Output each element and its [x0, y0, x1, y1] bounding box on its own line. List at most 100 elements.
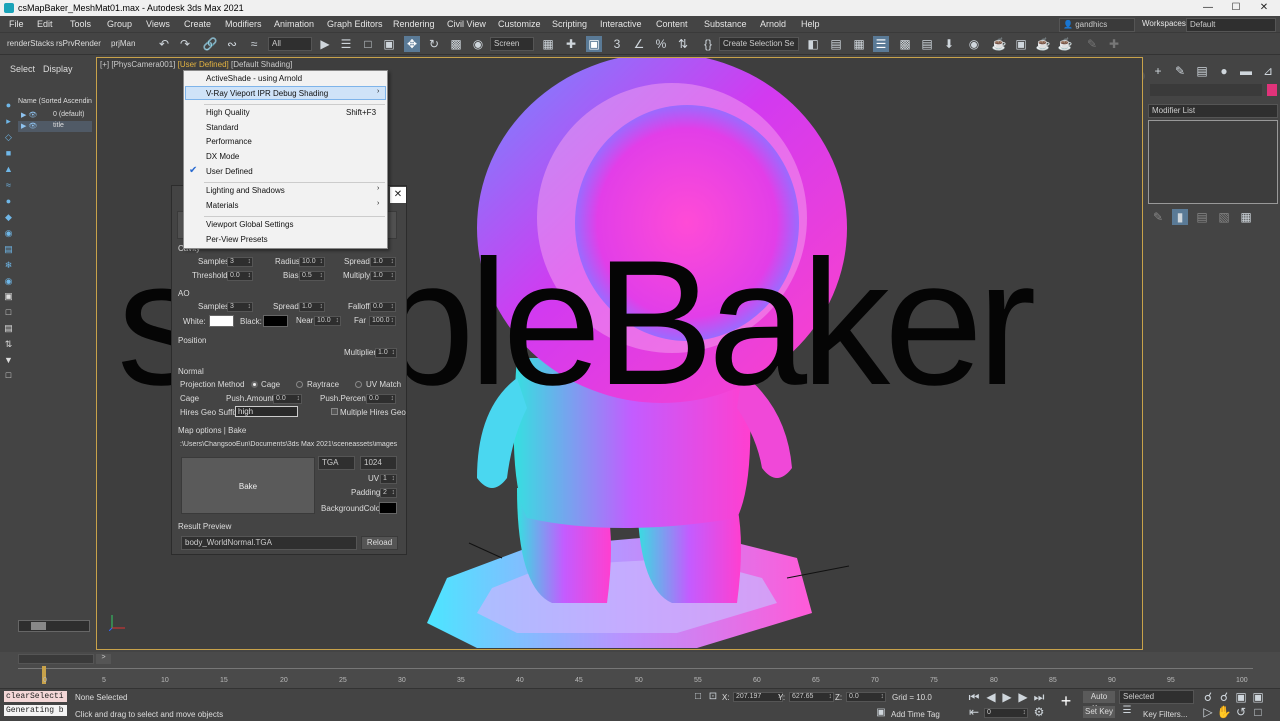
pin-stack-icon[interactable]: ✎	[1150, 209, 1166, 225]
scene-item-default-layer[interactable]: 0 (default)	[53, 111, 85, 118]
menu-modifiers[interactable]: Modifiers	[225, 19, 262, 29]
material-editor-icon[interactable]: ◉	[966, 36, 982, 52]
menu-help[interactable]: Help	[801, 19, 820, 29]
orbit-icon[interactable]: ↺	[1233, 704, 1249, 720]
field-of-view-icon[interactable]: ▷	[1200, 704, 1216, 720]
viewport-mode-label[interactable]: [User Defined]	[178, 60, 229, 69]
menu-item-lighting-shadows[interactable]: Lighting and Shadows	[206, 186, 285, 195]
cavity-multiply-field[interactable]: 1.0	[370, 271, 396, 281]
uv-field[interactable]: 1	[380, 474, 397, 484]
ao-falloff-field[interactable]: 0.0	[370, 302, 396, 312]
zoom-extents-all-icon[interactable]: ▣	[1250, 689, 1266, 705]
place-icon[interactable]: ◉	[470, 36, 486, 52]
filter-hidden-icon[interactable]: ◉	[3, 276, 14, 286]
menu-graph-editors[interactable]: Graph Editors	[327, 19, 383, 29]
window-crossing-icon[interactable]: ▣	[381, 36, 397, 52]
scene-explorer-scrollbar[interactable]	[18, 620, 90, 632]
schematic-view-icon[interactable]: ⬇	[941, 36, 957, 52]
snaps-toggle-icon[interactable]: 3	[609, 36, 625, 52]
reference-coordinate-dropdown[interactable]: Screen	[490, 37, 534, 51]
cavity-bias-field[interactable]: 0.5	[299, 271, 325, 281]
workspace-dropdown[interactable]: Default	[1186, 18, 1276, 32]
modifier-stack[interactable]	[1148, 120, 1278, 204]
push-amount-field[interactable]: 0.0	[273, 394, 302, 404]
find-icon[interactable]: □	[3, 370, 14, 380]
render-setup-icon[interactable]: ☕	[991, 36, 1007, 52]
object-name-field[interactable]	[1150, 84, 1262, 96]
modifier-list-dropdown[interactable]: Modifier List	[1148, 104, 1278, 118]
cavity-samples-field[interactable]: 3	[227, 257, 253, 267]
make-unique-icon[interactable]: ▤	[1194, 209, 1210, 225]
ao-samples-field[interactable]: 3	[227, 302, 253, 312]
absolute-mode-icon[interactable]: ⊡	[705, 689, 721, 705]
menu-item-user-defined[interactable]: User Defined	[206, 167, 253, 176]
toggle-layer-explorer-icon[interactable]: ☰	[873, 36, 889, 52]
maximize-button[interactable]: ☐	[1222, 0, 1250, 16]
menu-item-high-quality[interactable]: High Quality	[206, 108, 250, 117]
percent-snap-icon[interactable]: %	[653, 36, 669, 52]
physx-icon[interactable]: ✎	[1084, 36, 1100, 52]
user-account-dropdown[interactable]: 👤 gandhics	[1059, 18, 1135, 32]
link-icon[interactable]: 🔗	[202, 36, 218, 52]
ao-far-field[interactable]: 100.0	[369, 316, 396, 326]
menu-tools[interactable]: Tools	[70, 19, 91, 29]
auto-key-button[interactable]: Auto Key	[1083, 691, 1115, 713]
ao-white-swatch[interactable]	[209, 315, 234, 327]
render-production-icon[interactable]: ☕	[1035, 36, 1051, 52]
scale-icon[interactable]: ▩	[448, 36, 464, 52]
display-all-icon[interactable]: ▣	[3, 291, 14, 301]
lock-selection-icon[interactable]: □	[690, 689, 706, 705]
toggle-ribbon-icon[interactable]: ▩	[897, 36, 913, 52]
layer-icon[interactable]: ▶ 👁	[21, 122, 37, 130]
spinner-snap-icon[interactable]: ⇅	[675, 36, 691, 52]
menu-item-standard[interactable]: Standard	[206, 123, 238, 132]
selection-filter-dropdown[interactable]: All	[268, 37, 312, 51]
menu-item-materials[interactable]: Materials	[206, 201, 238, 210]
proj-uvmatch-radio[interactable]	[355, 381, 362, 388]
add-time-tag-button[interactable]: Add Time Tag	[891, 710, 940, 719]
lock-tool-icon[interactable]: ✚	[1106, 36, 1122, 52]
ao-black-swatch[interactable]	[263, 315, 288, 327]
configure-modifier-sets-icon[interactable]: ▦	[1238, 209, 1254, 225]
output-path-field[interactable]: :\Users\ChangsooEun\Documents\3ds Max 20…	[180, 441, 404, 448]
push-percent-field[interactable]: 0.0	[366, 394, 396, 404]
set-key-plus-icon[interactable]: +	[1058, 692, 1074, 710]
select-by-name-icon[interactable]: ☰	[338, 36, 354, 52]
pivot-center-icon[interactable]: ▦	[540, 36, 556, 52]
maxscript-listener-top[interactable]: clearSelecti	[4, 691, 67, 702]
filter-spacewarps-icon[interactable]: ≈	[3, 180, 14, 190]
zoom-extents-icon[interactable]: ▣	[1233, 689, 1249, 705]
filter-bones-icon[interactable]: ◉	[3, 228, 14, 238]
x-coordinate-field[interactable]: 207.197	[733, 692, 783, 702]
keyboard-shortcut-toggle-icon[interactable]: ▣	[586, 36, 602, 52]
time-slider[interactable]	[18, 654, 94, 664]
cavity-spread-field[interactable]: 1.0	[370, 257, 396, 267]
scene-item-title[interactable]: title	[53, 122, 64, 129]
named-selection-set-dropdown[interactable]: Create Selection Se	[719, 37, 799, 51]
cavity-threshold-field[interactable]: 0.0	[227, 271, 253, 281]
move-icon[interactable]: ✥	[404, 36, 420, 52]
pan-icon[interactable]: ✋	[1216, 704, 1232, 720]
filter-geometry-icon[interactable]: ●	[3, 100, 14, 110]
menu-views[interactable]: Views	[146, 19, 170, 29]
time-tag-icon[interactable]: ▣	[873, 705, 889, 721]
bind-spacewarp-icon[interactable]: ≈	[246, 36, 262, 52]
key-filter-icon[interactable]: ☰	[1119, 703, 1135, 719]
menu-interactive[interactable]: Interactive	[600, 19, 642, 29]
bake-button[interactable]: Bake	[181, 457, 315, 514]
menu-item-performance[interactable]: Performance	[206, 137, 252, 146]
menu-create[interactable]: Create	[184, 19, 211, 29]
modify-tab-icon[interactable]: ✎	[1172, 63, 1188, 79]
redo-icon[interactable]: ↷	[177, 36, 193, 52]
mirror-icon[interactable]: ◧	[805, 36, 821, 52]
filter-helpers-icon[interactable]: ▲	[3, 164, 14, 174]
display-none-icon[interactable]: □	[3, 307, 14, 317]
show-end-result-icon[interactable]: ▮	[1172, 209, 1188, 225]
menu-item-viewport-global-settings[interactable]: Viewport Global Settings	[206, 220, 293, 229]
filter-containers-icon[interactable]: ▤	[3, 244, 14, 254]
hires-suffix-input[interactable]: high	[235, 406, 298, 417]
size-dropdown[interactable]: 1024	[360, 456, 397, 470]
utilities-tab-icon[interactable]: ⊿	[1260, 63, 1276, 79]
menu-arnold[interactable]: Arnold	[760, 19, 786, 29]
multiple-hires-checkbox[interactable]	[331, 408, 338, 415]
